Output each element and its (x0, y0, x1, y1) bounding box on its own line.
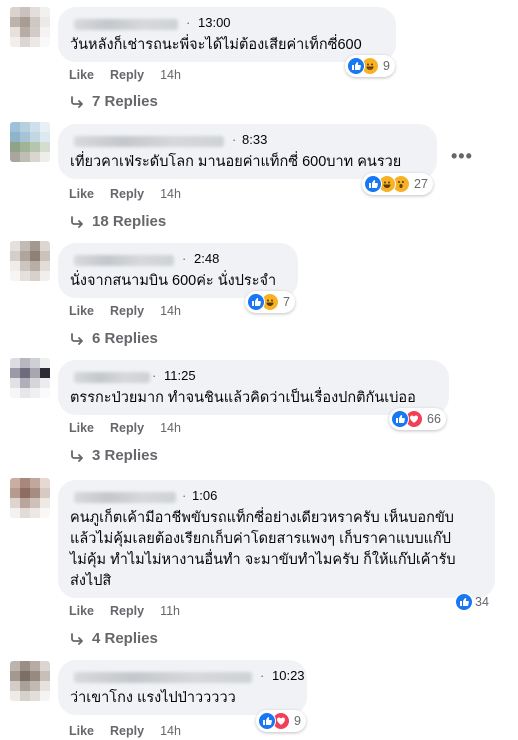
comment-text: ตรรกะป่วยมาก ทำจนชินแล้วคิดว่าเป็นเรื่อง… (70, 390, 416, 406)
comment-time: 1:06 (192, 488, 218, 503)
comment-text: คนภูเก็ตเค้ามีอาชีพขับรถแท็กซี่อย่างเดีย… (70, 510, 456, 589)
reply-arrow-icon (71, 215, 83, 228)
like-button[interactable]: Like (69, 724, 94, 738)
reply-button[interactable]: Reply (110, 604, 144, 618)
comment-bubble: · 10:23 ว่าเขาโกง แรงไปป่าววววว (58, 660, 307, 715)
avatar[interactable] (10, 7, 50, 47)
comment-text: วันหลังก็เช่ารถนะพี่จะได้ไม่ต้องเสียค่าเ… (70, 37, 362, 53)
more-options-button[interactable]: ••• (451, 146, 473, 167)
comment-bubble: · 1:06 คนภูเก็ตเค้ามีอาชีพขับรถแท็กซี่อย… (58, 480, 495, 598)
comment-bubble: · 2:48 นั่งจากสนามบิน 600ค่ะ นั่งประจำ (58, 243, 298, 298)
reply-button[interactable]: Reply (110, 724, 144, 738)
avatar[interactable] (10, 478, 50, 518)
comment-text: ว่าเขาโกง แรงไปป่าววววว (70, 690, 236, 706)
avatar[interactable] (10, 358, 50, 398)
author-name[interactable] (74, 672, 252, 683)
comment-text: นั่งจากสนามบิน 600ค่ะ นั่งประจำ (70, 273, 277, 289)
reaction-summary[interactable]: 9 (345, 55, 395, 77)
like-icon (258, 712, 276, 730)
comment-time: 11:25 (164, 368, 196, 383)
replies-count[interactable]: 3 Replies (92, 447, 158, 464)
like-button[interactable]: Like (69, 304, 94, 318)
reply-arrow-icon (71, 332, 83, 345)
reply-arrow-icon (71, 449, 83, 462)
avatar[interactable] (10, 241, 50, 281)
like-icon (364, 175, 382, 193)
author-name[interactable] (74, 136, 224, 147)
reply-button[interactable]: Reply (110, 421, 144, 435)
reply-button[interactable]: Reply (110, 68, 144, 82)
reaction-count: 7 (283, 295, 290, 309)
reaction-count: 9 (383, 59, 390, 73)
avatar[interactable] (10, 122, 50, 162)
like-button[interactable]: Like (69, 421, 94, 435)
comment-time: 2:48 (194, 251, 220, 266)
reply-arrow-icon (71, 632, 83, 645)
reaction-count: 9 (294, 714, 301, 728)
replies-count[interactable]: 4 Replies (92, 630, 158, 647)
like-icon (455, 593, 473, 611)
view-replies-button[interactable]: 4 Replies (70, 630, 158, 647)
reaction-count: 34 (475, 595, 489, 609)
comment-age[interactable]: 14h (160, 304, 181, 318)
reply-button[interactable]: Reply (110, 187, 144, 201)
reaction-summary[interactable]: 7 (245, 291, 295, 313)
reaction-summary[interactable]: 9 (256, 710, 306, 732)
like-icon (391, 410, 409, 428)
replies-count[interactable]: 7 Replies (92, 93, 158, 110)
comment-bubble: · 8:33 เที่ยวคาเฟ่ระดับโลก มานอยค่าแท็กซ… (58, 124, 437, 179)
like-icon (347, 57, 365, 75)
like-icon (247, 293, 265, 311)
comment-age[interactable]: 14h (160, 187, 181, 201)
reaction-summary[interactable]: 34 (453, 591, 494, 613)
comment-bubble: · 13:00 วันหลังก็เช่ารถนะพี่จะได้ไม่ต้อง… (58, 7, 396, 62)
author-name[interactable] (74, 492, 176, 503)
avatar[interactable] (10, 661, 50, 701)
like-button[interactable]: Like (69, 187, 94, 201)
replies-count[interactable]: 18 Replies (92, 213, 166, 230)
replies-count[interactable]: 6 Replies (92, 330, 158, 347)
comment-time: 10:23 (272, 668, 305, 683)
author-name[interactable] (74, 255, 174, 266)
reply-arrow-icon (71, 95, 83, 108)
comment-time: 8:33 (242, 132, 268, 147)
comment-text: เที่ยวคาเฟ่ระดับโลก มานอยค่าแท็กซี่ 600บ… (70, 154, 402, 170)
reaction-count: 66 (427, 412, 441, 426)
reaction-count: 27 (414, 177, 428, 191)
like-button[interactable]: Like (69, 68, 94, 82)
view-replies-button[interactable]: 7 Replies (70, 93, 158, 110)
comment-age[interactable]: 14h (160, 68, 181, 82)
reaction-summary[interactable]: 27 (362, 173, 433, 195)
view-replies-button[interactable]: 6 Replies (70, 330, 158, 347)
comment-age[interactable]: 14h (160, 421, 181, 435)
comment-age[interactable]: 14h (160, 724, 181, 738)
reply-button[interactable]: Reply (110, 304, 144, 318)
comment-time: 13:00 (198, 15, 231, 30)
like-button[interactable]: Like (69, 604, 94, 618)
author-name[interactable] (74, 372, 150, 383)
author-name[interactable] (74, 19, 178, 30)
comment-age[interactable]: 11h (160, 604, 180, 618)
view-replies-button[interactable]: 3 Replies (70, 447, 158, 464)
view-replies-button[interactable]: 18 Replies (70, 213, 166, 230)
reaction-summary[interactable]: 66 (389, 408, 446, 430)
comment-bubble: · 11:25 ตรรกะป่วยมาก ทำจนชินแล้วคิดว่าเป… (58, 360, 449, 415)
